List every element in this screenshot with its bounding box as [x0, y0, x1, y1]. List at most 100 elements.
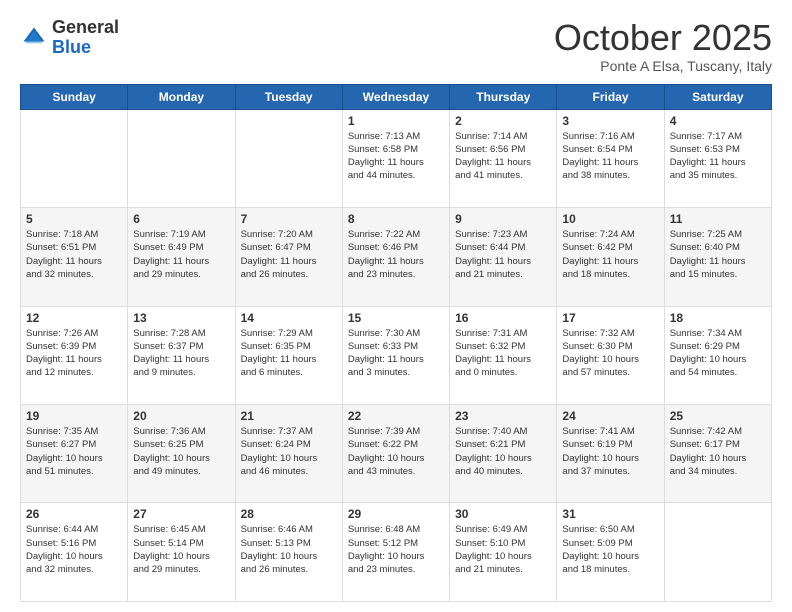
day-info: Sunrise: 7:39 AM Sunset: 6:22 PM Dayligh…: [348, 425, 444, 478]
day-number: 16: [455, 311, 551, 325]
day-info: Sunrise: 7:32 AM Sunset: 6:30 PM Dayligh…: [562, 327, 658, 380]
calendar-cell: 7 Sunrise: 7:20 AM Sunset: 6:47 PM Daylig…: [235, 208, 342, 306]
day-info: Sunrise: 6:45 AM Sunset: 5:14 PM Dayligh…: [133, 523, 229, 576]
day-number: 26: [26, 507, 122, 521]
day-info: Sunrise: 6:48 AM Sunset: 5:12 PM Dayligh…: [348, 523, 444, 576]
day-number: 9: [455, 212, 551, 226]
day-number: 31: [562, 507, 658, 521]
calendar-cell: [235, 109, 342, 207]
day-info: Sunrise: 7:28 AM Sunset: 6:37 PM Dayligh…: [133, 327, 229, 380]
day-info: Sunrise: 7:40 AM Sunset: 6:21 PM Dayligh…: [455, 425, 551, 478]
calendar-cell: 14 Sunrise: 7:29 AM Sunset: 6:35 PM Dayli…: [235, 306, 342, 404]
day-number: 12: [26, 311, 122, 325]
day-header-saturday: Saturday: [664, 84, 771, 109]
day-header-sunday: Sunday: [21, 84, 128, 109]
calendar-cell: 21 Sunrise: 7:37 AM Sunset: 6:24 PM Dayli…: [235, 405, 342, 503]
day-info: Sunrise: 7:34 AM Sunset: 6:29 PM Dayligh…: [670, 327, 766, 380]
calendar-header-row: SundayMondayTuesdayWednesdayThursdayFrid…: [21, 84, 772, 109]
calendar-cell: [128, 109, 235, 207]
day-info: Sunrise: 7:24 AM Sunset: 6:42 PM Dayligh…: [562, 228, 658, 281]
logo-blue-text: Blue: [52, 37, 91, 57]
logo: General Blue: [20, 18, 119, 58]
calendar-cell: 26 Sunrise: 6:44 AM Sunset: 5:16 PM Dayli…: [21, 503, 128, 602]
day-number: 27: [133, 507, 229, 521]
calendar-cell: 17 Sunrise: 7:32 AM Sunset: 6:30 PM Dayli…: [557, 306, 664, 404]
day-info: Sunrise: 6:44 AM Sunset: 5:16 PM Dayligh…: [26, 523, 122, 576]
calendar-week-4: 19 Sunrise: 7:35 AM Sunset: 6:27 PM Dayli…: [21, 405, 772, 503]
day-number: 19: [26, 409, 122, 423]
day-info: Sunrise: 7:37 AM Sunset: 6:24 PM Dayligh…: [241, 425, 337, 478]
day-number: 21: [241, 409, 337, 423]
day-number: 2: [455, 114, 551, 128]
calendar-cell: 25 Sunrise: 7:42 AM Sunset: 6:17 PM Dayli…: [664, 405, 771, 503]
calendar-cell: 24 Sunrise: 7:41 AM Sunset: 6:19 PM Dayli…: [557, 405, 664, 503]
day-number: 17: [562, 311, 658, 325]
day-number: 24: [562, 409, 658, 423]
day-number: 29: [348, 507, 444, 521]
calendar-cell: 23 Sunrise: 7:40 AM Sunset: 6:21 PM Dayli…: [450, 405, 557, 503]
day-header-monday: Monday: [128, 84, 235, 109]
header: General Blue October 2025 Ponte A Elsa, …: [20, 18, 772, 74]
calendar-cell: 13 Sunrise: 7:28 AM Sunset: 6:37 PM Dayli…: [128, 306, 235, 404]
calendar-cell: 1Sunrise: 7:13 AM Sunset: 6:58 PM Daylig…: [342, 109, 449, 207]
calendar-week-2: 5Sunrise: 7:18 AM Sunset: 6:51 PM Daylig…: [21, 208, 772, 306]
logo-icon: [20, 24, 48, 52]
calendar-cell: 6Sunrise: 7:19 AM Sunset: 6:49 PM Daylig…: [128, 208, 235, 306]
day-number: 3: [562, 114, 658, 128]
logo-general: General: [52, 17, 119, 37]
day-info: Sunrise: 7:20 AM Sunset: 6:47 PM Dayligh…: [241, 228, 337, 281]
calendar-cell: 22 Sunrise: 7:39 AM Sunset: 6:22 PM Dayli…: [342, 405, 449, 503]
calendar-cell: 8Sunrise: 7:22 AM Sunset: 6:46 PM Daylig…: [342, 208, 449, 306]
month-title: October 2025: [554, 18, 772, 58]
day-number: 22: [348, 409, 444, 423]
title-block: October 2025 Ponte A Elsa, Tuscany, Ital…: [554, 18, 772, 74]
calendar-table: SundayMondayTuesdayWednesdayThursdayFrid…: [20, 84, 772, 602]
calendar-cell: [664, 503, 771, 602]
day-info: Sunrise: 7:14 AM Sunset: 6:56 PM Dayligh…: [455, 130, 551, 183]
day-number: 14: [241, 311, 337, 325]
day-info: Sunrise: 7:42 AM Sunset: 6:17 PM Dayligh…: [670, 425, 766, 478]
day-number: 28: [241, 507, 337, 521]
day-info: Sunrise: 6:50 AM Sunset: 5:09 PM Dayligh…: [562, 523, 658, 576]
day-number: 13: [133, 311, 229, 325]
day-number: 11: [670, 212, 766, 226]
day-info: Sunrise: 7:36 AM Sunset: 6:25 PM Dayligh…: [133, 425, 229, 478]
day-number: 15: [348, 311, 444, 325]
calendar-cell: 28 Sunrise: 6:46 AM Sunset: 5:13 PM Dayli…: [235, 503, 342, 602]
day-number: 23: [455, 409, 551, 423]
day-header-thursday: Thursday: [450, 84, 557, 109]
day-number: 18: [670, 311, 766, 325]
calendar-week-3: 12 Sunrise: 7:26 AM Sunset: 6:39 PM Dayli…: [21, 306, 772, 404]
day-number: 4: [670, 114, 766, 128]
calendar-cell: 15Sunrise: 7:30 AM Sunset: 6:33 PM Dayli…: [342, 306, 449, 404]
day-info: Sunrise: 7:25 AM Sunset: 6:40 PM Dayligh…: [670, 228, 766, 281]
calendar-cell: 2 Sunrise: 7:14 AM Sunset: 6:56 PM Daylig…: [450, 109, 557, 207]
day-number: 25: [670, 409, 766, 423]
day-header-tuesday: Tuesday: [235, 84, 342, 109]
day-info: Sunrise: 7:35 AM Sunset: 6:27 PM Dayligh…: [26, 425, 122, 478]
calendar-cell: 29 Sunrise: 6:48 AM Sunset: 5:12 PM Dayli…: [342, 503, 449, 602]
day-number: 30: [455, 507, 551, 521]
calendar-cell: 19 Sunrise: 7:35 AM Sunset: 6:27 PM Dayli…: [21, 405, 128, 503]
day-info: Sunrise: 6:49 AM Sunset: 5:10 PM Dayligh…: [455, 523, 551, 576]
calendar-cell: 11 Sunrise: 7:25 AM Sunset: 6:40 PM Dayli…: [664, 208, 771, 306]
calendar-cell: [21, 109, 128, 207]
calendar-cell: 5Sunrise: 7:18 AM Sunset: 6:51 PM Daylig…: [21, 208, 128, 306]
day-info: Sunrise: 7:23 AM Sunset: 6:44 PM Dayligh…: [455, 228, 551, 281]
day-number: 7: [241, 212, 337, 226]
calendar-cell: 10Sunrise: 7:24 AM Sunset: 6:42 PM Dayli…: [557, 208, 664, 306]
calendar-cell: 27 Sunrise: 6:45 AM Sunset: 5:14 PM Dayli…: [128, 503, 235, 602]
location: Ponte A Elsa, Tuscany, Italy: [554, 58, 772, 74]
calendar-cell: 30 Sunrise: 6:49 AM Sunset: 5:10 PM Dayli…: [450, 503, 557, 602]
calendar-cell: 9 Sunrise: 7:23 AM Sunset: 6:44 PM Daylig…: [450, 208, 557, 306]
day-number: 1: [348, 114, 444, 128]
day-info: Sunrise: 7:16 AM Sunset: 6:54 PM Dayligh…: [562, 130, 658, 183]
calendar-week-1: 1Sunrise: 7:13 AM Sunset: 6:58 PM Daylig…: [21, 109, 772, 207]
day-info: Sunrise: 6:46 AM Sunset: 5:13 PM Dayligh…: [241, 523, 337, 576]
day-info: Sunrise: 7:29 AM Sunset: 6:35 PM Dayligh…: [241, 327, 337, 380]
day-info: Sunrise: 7:19 AM Sunset: 6:49 PM Dayligh…: [133, 228, 229, 281]
day-info: Sunrise: 7:41 AM Sunset: 6:19 PM Dayligh…: [562, 425, 658, 478]
day-info: Sunrise: 7:26 AM Sunset: 6:39 PM Dayligh…: [26, 327, 122, 380]
day-number: 8: [348, 212, 444, 226]
calendar-week-5: 26 Sunrise: 6:44 AM Sunset: 5:16 PM Dayli…: [21, 503, 772, 602]
